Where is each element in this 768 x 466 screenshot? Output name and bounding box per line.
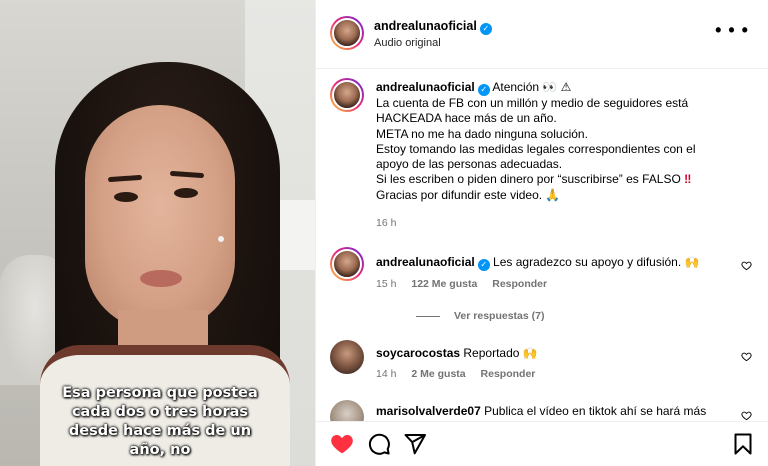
comment-username[interactable]: marisolvalverde07 (376, 404, 481, 418)
reply-button[interactable]: Responder (481, 368, 536, 380)
comment-like-icon[interactable] (741, 351, 752, 362)
comment-username[interactable]: soycarocostas (376, 346, 460, 360)
subtitle-line: Esa persona que postea (62, 385, 258, 401)
caption-line: Estoy tomando las medidas legales corres… (376, 141, 696, 156)
post-action-bar (316, 421, 768, 466)
verified-badge-icon: ✓ (479, 23, 492, 35)
verified-badge-icon: ✓ (477, 259, 490, 271)
comment-body: Publica el vídeo en tiktok ahí se hará m… (484, 404, 707, 418)
comments-panel: andrealunaoficial ✓ Audio original • • • … (315, 0, 768, 466)
caption-line: HACKEADA hace más de un año. (376, 111, 557, 126)
author-username[interactable]: andrealunaoficial (374, 19, 477, 33)
double-exclamation-icon: ‼ (684, 172, 692, 187)
caption-first-line: Atención 👀 ⚠ (492, 80, 572, 94)
subtitle-line: desde hace más de un (68, 423, 252, 439)
share-icon[interactable] (403, 432, 427, 456)
caption-username[interactable]: andrealunaoficial (376, 80, 475, 94)
post-header: andrealunaoficial ✓ Audio original • • • (316, 0, 768, 69)
post-caption: andrealunaoficial ✓ Atención 👀 ⚠ La cuent… (376, 80, 736, 203)
avatar[interactable] (330, 78, 364, 112)
person-lips (140, 270, 182, 287)
comment-body: Les agradezco su apoyo y difusión. 🙌 (493, 255, 700, 269)
comment-username[interactable]: andrealunaoficial (376, 255, 475, 269)
comment-body: Reportado 🙌 (463, 346, 538, 360)
avatar[interactable] (330, 16, 364, 50)
comment-timestamp[interactable]: 14 h (376, 368, 396, 380)
earring (218, 236, 224, 242)
comment-timestamp[interactable]: 15 h (376, 278, 396, 290)
avatar[interactable] (330, 340, 364, 374)
view-replies-button[interactable]: Ver respuestas (7) (376, 310, 544, 322)
instagram-post-view: Esa persona que postea cada dos o tres h… (0, 0, 768, 466)
avatar[interactable] (330, 247, 364, 281)
view-replies-label: Ver respuestas (7) (454, 310, 545, 322)
reply-button[interactable]: Responder (492, 278, 547, 290)
more-options-icon[interactable]: • • • (715, 21, 749, 39)
caption-line: La cuenta de FB con un millón y medio de… (376, 96, 689, 110)
caption-line: Gracias por difundir este video. 🙏 (376, 187, 561, 202)
comment: soycarocostas Reportado 🙌 (376, 346, 538, 360)
video-subtitle: Esa persona que postea cada dos o tres h… (60, 384, 260, 460)
audio-label[interactable]: Audio original (374, 37, 441, 49)
heart-filled-icon[interactable] (330, 432, 354, 456)
left-eye (114, 192, 138, 202)
verified-badge-icon: ✓ (477, 84, 490, 96)
comment-likes[interactable]: 2 Me gusta (411, 368, 465, 380)
comment: marisolvalverde07 Publica el vídeo en ti… (376, 404, 706, 418)
comment-likes[interactable]: 122 Me gusta (411, 278, 477, 290)
caption-line: apoyo de las personas adecuadas. (376, 157, 563, 172)
caption-line: META no me ha dado ninguna solución. (376, 126, 588, 141)
comment-icon[interactable] (367, 432, 391, 456)
bookmark-icon[interactable] (731, 432, 755, 456)
right-eye (174, 188, 198, 198)
replies-divider (416, 315, 440, 317)
comment: andrealunaoficial ✓ Les agradezco su apoy… (376, 255, 699, 271)
subtitle-line: cada dos o tres horas (71, 404, 249, 420)
person-face (85, 105, 235, 330)
reel-video[interactable]: Esa persona que postea cada dos o tres h… (0, 0, 315, 466)
comment-like-icon[interactable] (741, 260, 752, 271)
post-timestamp[interactable]: 16 h (376, 217, 396, 229)
subtitle-line: año, no (129, 442, 191, 458)
comment-like-icon[interactable] (741, 410, 752, 421)
caption-line: Si les escriben o piden dinero por “susc… (376, 172, 681, 187)
